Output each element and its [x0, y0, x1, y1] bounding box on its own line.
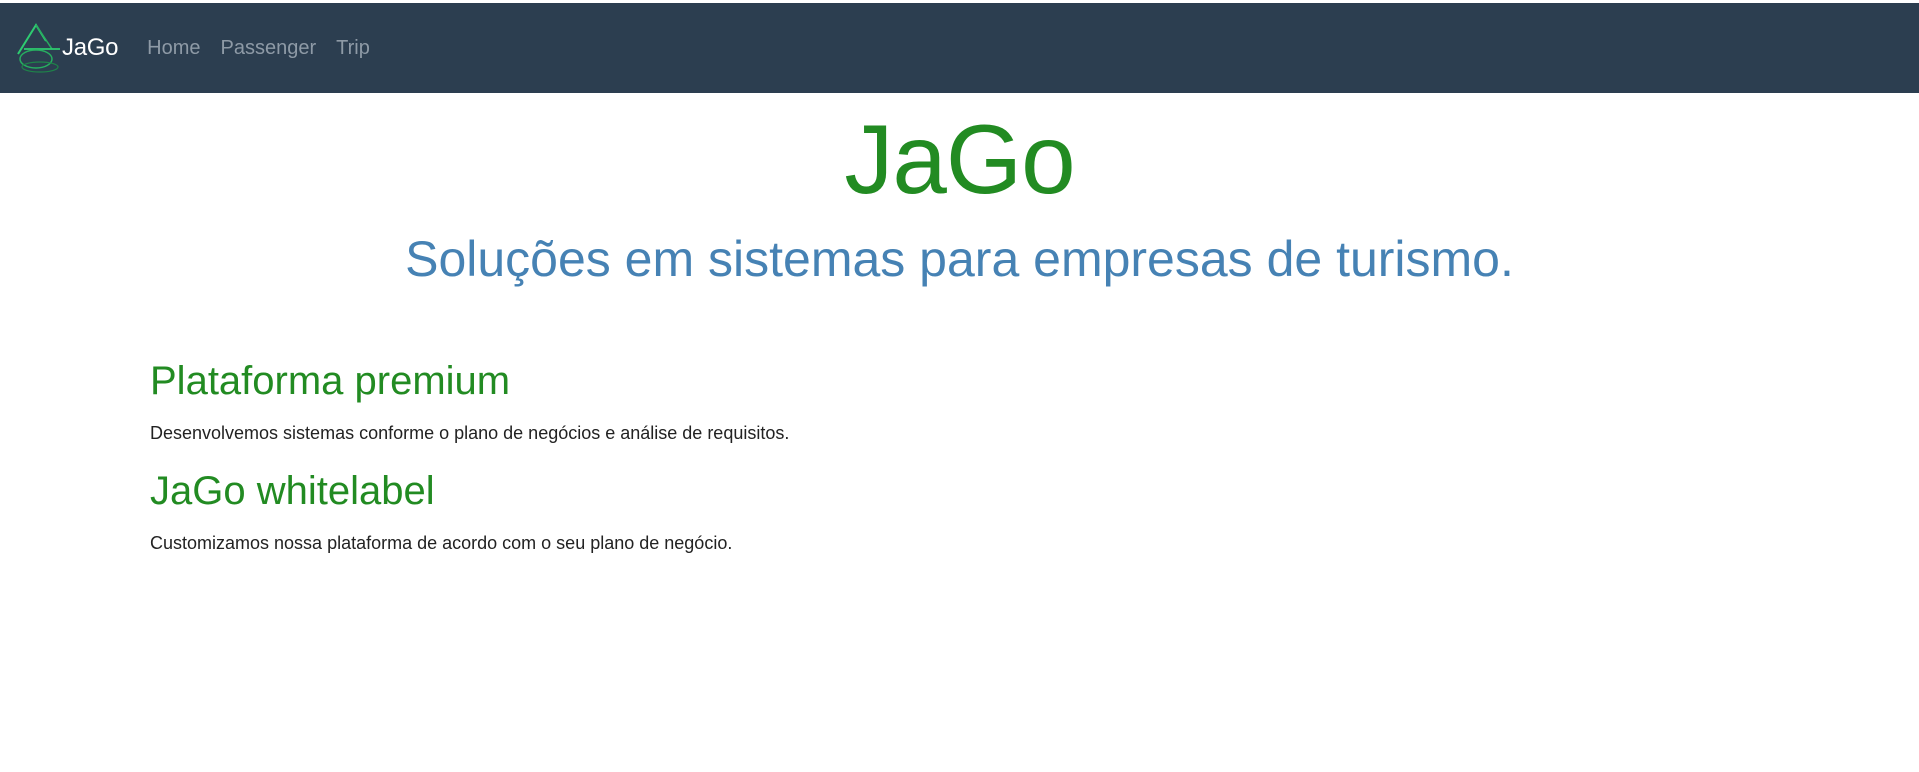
brand-link[interactable]: JaGo: [14, 21, 118, 75]
nav-link-passenger[interactable]: Passenger: [221, 37, 317, 60]
brand-name: JaGo: [62, 34, 119, 61]
hero-title: JaGo: [844, 104, 1075, 214]
section-heading: JaGo whitelabel: [150, 469, 435, 513]
section-premium: Plataforma premium Desenvolvemos sistema…: [150, 357, 1919, 445]
nav-links: Home Passenger Trip: [147, 37, 390, 60]
nav-link-home[interactable]: Home: [147, 37, 200, 60]
nav-link-trip[interactable]: Trip: [336, 37, 370, 60]
jago-logo-icon: [17, 23, 60, 73]
hero-subtitle: Soluções em sistemas para empresas de tu…: [405, 231, 1514, 287]
section-heading: Plataforma premium: [150, 359, 511, 403]
section-whitelabel: JaGo whitelabel Customizamos nossa plata…: [150, 467, 1919, 555]
main-content: Plataforma premium Desenvolvemos sistema…: [150, 357, 1919, 555]
section-text: Customizamos nossa plataforma de acordo …: [150, 533, 733, 553]
navbar: JaGo Home Passenger Trip: [0, 3, 1919, 93]
section-text: Desenvolvemos sistemas conforme o plano …: [150, 423, 790, 443]
hero: JaGo Soluções em sistemas para empresas …: [0, 93, 1919, 289]
